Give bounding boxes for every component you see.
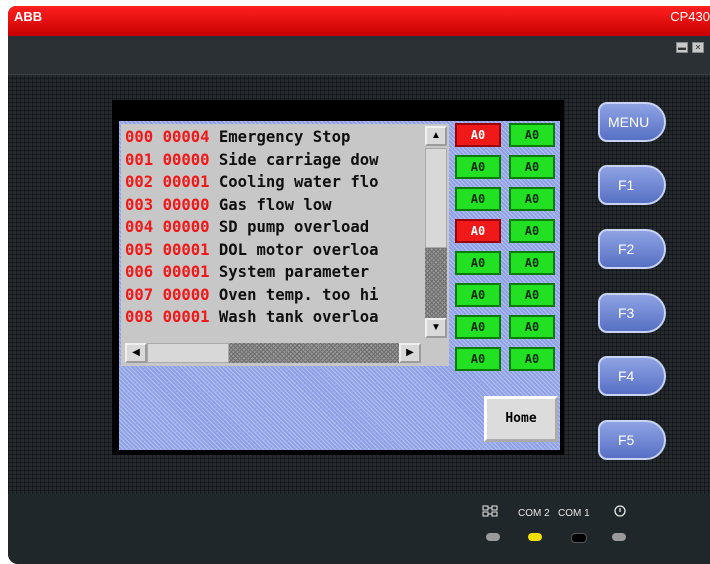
alarm-row[interactable]: 006 00001 System parameter [125,261,369,283]
f3-key[interactable]: F3 [598,293,666,333]
power-led [612,533,626,541]
status-cell: A0 [455,315,501,339]
scroll-right-button[interactable]: ▶ [399,343,421,363]
close-button[interactable]: ✕ [692,42,704,53]
alarm-count: 00000 [162,218,210,236]
com1-led [571,533,587,543]
status-cell: A0 [509,251,555,275]
alarm-index: 006 [125,263,154,281]
scroll-track[interactable] [425,148,447,248]
horizontal-scrollbar[interactable]: ◀ ▶ [121,340,423,366]
network-led [486,533,500,541]
title-bar: ABB CP430 [8,6,710,36]
status-cell: A0 [509,187,555,211]
status-cell: A0 [455,283,501,307]
alarm-count: 00001 [162,263,210,281]
alarm-count: 00000 [162,285,210,304]
status-cell: A0 [455,219,501,243]
com2-label: COM 2 [518,508,550,519]
alarm-count: 00001 [162,240,210,259]
alarm-list[interactable]: 000 00004 Emergency Stop 001 00000 Side c… [121,124,423,340]
alarm-text: Oven temp. too hi [218,285,379,304]
alarm-row[interactable]: 008 00001 Wash tank overloa [125,306,379,328]
status-cell: A0 [455,187,501,211]
alarm-index: 000 [125,128,154,146]
minimize-button[interactable]: ▬ [676,42,688,53]
f5-key[interactable]: F5 [598,420,666,460]
alarm-text: Cooling water flo [218,173,379,191]
status-cell: A0 [455,155,501,179]
alarm-count: 00001 [162,308,210,326]
status-cell: A0 [455,251,501,275]
alarm-text: Emergency Stop [218,128,351,146]
f4-key[interactable]: F4 [598,356,666,396]
alarm-text: DOL motor overloa [218,240,379,259]
home-button[interactable]: Home [484,396,558,442]
alarm-text: SD pump overload [218,218,370,236]
alarm-index: 004 [125,218,154,236]
menu-key[interactable]: MENU [598,102,666,142]
com2-led [528,533,542,541]
alarm-row[interactable]: 004 00000 SD pump overload [125,216,369,238]
scrollbar-corner [423,340,449,366]
scroll-thumb[interactable] [229,343,399,363]
status-cell: A0 [509,155,555,179]
alarm-count: 00004 [162,128,210,146]
alarm-count: 00000 [162,150,210,169]
alarm-index: 002 [125,173,154,191]
alarm-row[interactable]: 001 00000 Side carriage dow [125,149,379,171]
network-icon [482,505,498,520]
power-icon [613,504,627,521]
window-toolbar [8,36,710,74]
com1-label: COM 1 [558,508,590,519]
status-cell: A0 [509,219,555,243]
alarm-index: 001 [125,150,154,169]
vertical-scrollbar[interactable]: ▲ ▼ [423,124,449,340]
status-strip [8,494,710,564]
alarm-count: 00001 [162,173,210,191]
status-cell: A0 [509,347,555,371]
alarm-row[interactable]: 003 00000 Gas flow low [125,194,332,216]
model-name: CP430 [670,9,710,24]
status-cell: A0 [509,123,555,147]
status-cell: A0 [509,315,555,339]
alarm-index: 005 [125,240,154,259]
scroll-up-button[interactable]: ▲ [425,126,447,146]
alarm-text: Side carriage dow [218,150,379,169]
alarm-index: 007 [125,285,154,304]
alarm-row[interactable]: 007 00000 Oven temp. too hi [125,284,379,306]
status-cell: A0 [509,283,555,307]
brand-logo: ABB [14,9,43,24]
alarm-text: System parameter [218,263,370,281]
f2-key[interactable]: F2 [598,229,666,269]
alarm-count: 00000 [162,195,210,214]
alarm-row[interactable]: 000 00004 Emergency Stop [125,126,350,148]
f1-key[interactable]: F1 [598,165,666,205]
scroll-left-button[interactable]: ◀ [125,343,147,363]
status-cell: A0 [455,347,501,371]
scroll-down-button[interactable]: ▼ [425,318,447,338]
scroll-track[interactable] [147,343,229,363]
alarm-index: 003 [125,195,154,214]
alarm-index: 008 [125,308,154,326]
status-cell: A0 [455,123,501,147]
alarm-text: Wash tank overloa [218,308,379,326]
alarm-row[interactable]: 005 00001 DOL motor overloa [125,239,379,261]
alarm-text: Gas flow low [218,195,332,214]
scroll-thumb[interactable] [425,248,447,322]
alarm-row[interactable]: 002 00001 Cooling water flo [125,171,379,193]
